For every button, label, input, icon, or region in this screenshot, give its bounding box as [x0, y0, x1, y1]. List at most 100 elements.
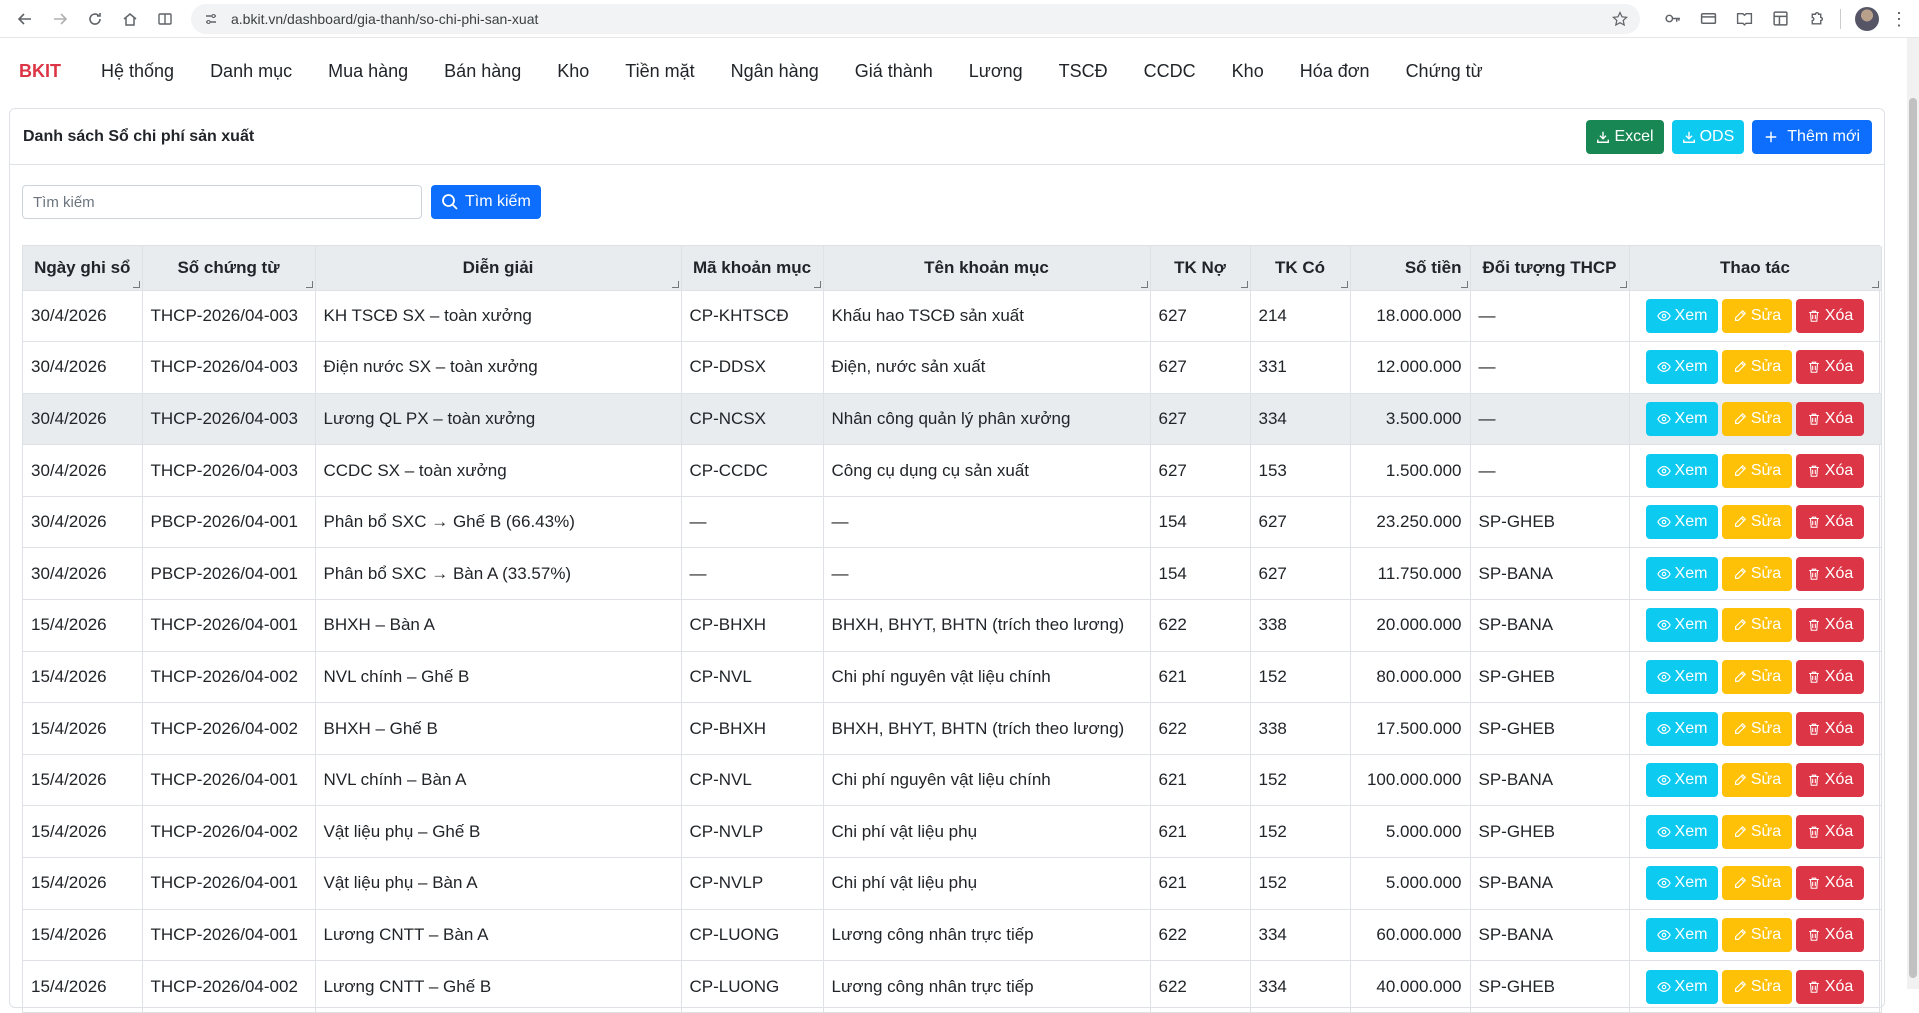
brand-logo[interactable]: BKIT: [19, 61, 61, 82]
profile-avatar[interactable]: [1855, 6, 1879, 31]
col-tk-no[interactable]: TK Nợ: [1150, 246, 1251, 291]
edit-button[interactable]: Sửa: [1722, 659, 1792, 694]
edit-button[interactable]: Sửa: [1722, 711, 1792, 746]
view-button[interactable]: Xem: [1646, 453, 1718, 488]
password-key-icon[interactable]: [1661, 8, 1683, 30]
reading-mode-icon[interactable]: [150, 4, 180, 34]
delete-button[interactable]: Xóa: [1796, 608, 1864, 643]
table-row[interactable]: 30/4/2026 THCP-2026/04-003 Điện nước SX – …: [23, 341, 1882, 394]
nav-chung-tu[interactable]: Chứng từ: [1388, 61, 1501, 82]
view-button[interactable]: Xem: [1646, 866, 1718, 901]
table-row[interactable]: 15/4/2026 THCP-2026/04-002 Lương CNTT – Gh…: [23, 960, 1882, 1013]
nav-ngan-hang[interactable]: Ngân hàng: [713, 61, 837, 82]
payment-card-icon[interactable]: [1697, 8, 1719, 30]
table-row[interactable]: 30/4/2026 PBCP-2026/04-001 Phân bổ SXC → B…: [23, 547, 1882, 601]
delete-button[interactable]: Xóa: [1796, 556, 1864, 591]
edit-button[interactable]: Sửa: [1722, 350, 1792, 385]
view-button[interactable]: Xem: [1646, 969, 1718, 1004]
view-button[interactable]: Xem: [1646, 350, 1718, 385]
home-icon[interactable]: [115, 4, 145, 34]
forward-icon[interactable]: [45, 4, 75, 34]
col-so-chung-tu[interactable]: Số chứng từ: [142, 246, 316, 291]
back-icon[interactable]: [10, 4, 40, 34]
extensions-puzzle-icon[interactable]: [1805, 8, 1827, 30]
edit-button[interactable]: Sửa: [1722, 969, 1792, 1004]
view-button[interactable]: Xem: [1646, 763, 1718, 798]
address-bar[interactable]: a.bkit.vn/dashboard/gia-thanh/so-chi-phi…: [191, 3, 1640, 34]
view-button[interactable]: Xem: [1646, 401, 1718, 436]
view-button[interactable]: Xem: [1646, 298, 1718, 333]
delete-button[interactable]: Xóa: [1796, 505, 1864, 540]
col-ma-khoan-muc[interactable]: Mã khoản mục: [681, 246, 824, 291]
tab-grid-icon[interactable]: [1769, 8, 1791, 30]
table-row[interactable]: 30/4/2026 PBCP-2026/04-001 Phân bổ SXC → G…: [23, 496, 1882, 549]
reload-icon[interactable]: [80, 4, 110, 34]
scrollbar-thumb[interactable]: [1909, 98, 1917, 978]
nav-kho-2[interactable]: Kho: [1214, 61, 1282, 82]
search-button[interactable]: Tìm kiếm: [431, 185, 541, 219]
delete-button[interactable]: Xóa: [1796, 969, 1864, 1004]
delete-button[interactable]: Xóa: [1796, 453, 1864, 488]
col-dien-giai[interactable]: Diễn giải: [315, 246, 682, 291]
site-settings-icon[interactable]: [203, 11, 219, 27]
view-button[interactable]: Xem: [1646, 556, 1718, 591]
nav-he-thong[interactable]: Hệ thống: [83, 61, 192, 82]
table-row[interactable]: 15/4/2026 THCP-2026/04-002 NVL chính – Ghế…: [23, 651, 1882, 704]
nav-gia-thanh[interactable]: Giá thành: [837, 61, 951, 82]
view-button[interactable]: Xem: [1646, 505, 1718, 540]
col-ten-khoan-muc[interactable]: Tên khoản mục: [823, 246, 1151, 291]
edit-button[interactable]: Sửa: [1722, 505, 1792, 540]
col-tk-co[interactable]: TK Có: [1250, 246, 1351, 291]
view-button[interactable]: Xem: [1646, 917, 1718, 952]
add-new-button[interactable]: Thêm mới: [1752, 119, 1872, 154]
nav-kho[interactable]: Kho: [539, 61, 607, 82]
delete-button[interactable]: Xóa: [1796, 866, 1864, 901]
table-row[interactable]: 15/4/2026 THCP-2026/04-001 NVL chính – Bàn…: [23, 754, 1882, 807]
col-ngay-ghi-so[interactable]: Ngày ghi sổ: [23, 246, 143, 291]
nav-ban-hang[interactable]: Bán hàng: [426, 61, 539, 82]
edit-button[interactable]: Sửa: [1722, 608, 1792, 643]
export-excel-button[interactable]: Excel: [1586, 119, 1664, 154]
edit-button[interactable]: Sửa: [1722, 866, 1792, 901]
nav-tien-mat[interactable]: Tiền mặt: [607, 61, 712, 82]
delete-button[interactable]: Xóa: [1796, 298, 1864, 333]
edit-button[interactable]: Sửa: [1722, 814, 1792, 849]
delete-button[interactable]: Xóa: [1796, 763, 1864, 798]
nav-ccdc[interactable]: CCDC: [1126, 61, 1214, 82]
delete-button[interactable]: Xóa: [1796, 659, 1864, 694]
nav-danh-muc[interactable]: Danh mục: [192, 61, 310, 82]
delete-button[interactable]: Xóa: [1796, 711, 1864, 746]
nav-tscd[interactable]: TSCĐ: [1041, 61, 1126, 82]
view-button[interactable]: Xem: [1646, 711, 1718, 746]
bookmark-star-icon[interactable]: [1612, 10, 1628, 27]
delete-button[interactable]: Xóa: [1796, 814, 1864, 849]
nav-luong[interactable]: Lương: [951, 61, 1041, 82]
edit-button[interactable]: Sửa: [1722, 453, 1792, 488]
edit-button[interactable]: Sửa: [1722, 401, 1792, 436]
reading-list-icon[interactable]: [1733, 8, 1755, 30]
edit-button[interactable]: Sửa: [1722, 556, 1792, 591]
view-button[interactable]: Xem: [1646, 608, 1718, 643]
nav-mua-hang[interactable]: Mua hàng: [310, 61, 426, 82]
table-row[interactable]: 15/4/2026 THCP-2026/04-001 Vật liệu phụ – …: [23, 857, 1882, 910]
delete-button[interactable]: Xóa: [1796, 401, 1864, 436]
search-input[interactable]: [22, 185, 422, 219]
table-row[interactable]: 30/4/2026 THCP-2026/04-003 Lương QL PX – t…: [23, 393, 1882, 446]
edit-button[interactable]: Sửa: [1722, 298, 1792, 333]
delete-button[interactable]: Xóa: [1796, 350, 1864, 385]
table-row[interactable]: 30/4/2026 THCP-2026/04-003 CCDC SX – toàn …: [23, 444, 1882, 497]
export-ods-button[interactable]: ODS: [1671, 119, 1745, 154]
delete-button[interactable]: Xóa: [1796, 917, 1864, 952]
view-button[interactable]: Xem: [1646, 814, 1718, 849]
view-button[interactable]: Xem: [1646, 659, 1718, 694]
page-scrollbar[interactable]: [1907, 38, 1919, 989]
browser-menu-icon[interactable]: ⋮: [1889, 8, 1909, 30]
nav-hoa-don[interactable]: Hóa đơn: [1282, 61, 1388, 82]
table-row[interactable]: 15/4/2026 THCP-2026/04-001 BHXH – Bàn A CP-…: [23, 599, 1882, 652]
table-row[interactable]: 30/4/2026 THCP-2026/04-003 KH TSCĐ SX – to…: [23, 290, 1882, 343]
edit-button[interactable]: Sửa: [1722, 917, 1792, 952]
col-doi-tuong-thcp[interactable]: Đối tượng THCP: [1470, 246, 1630, 291]
edit-button[interactable]: Sửa: [1722, 763, 1792, 798]
table-row[interactable]: 15/4/2026 THCP-2026/04-002 BHXH – Ghế B CP-…: [23, 702, 1882, 755]
col-so-tien[interactable]: Số tiền: [1350, 246, 1471, 291]
